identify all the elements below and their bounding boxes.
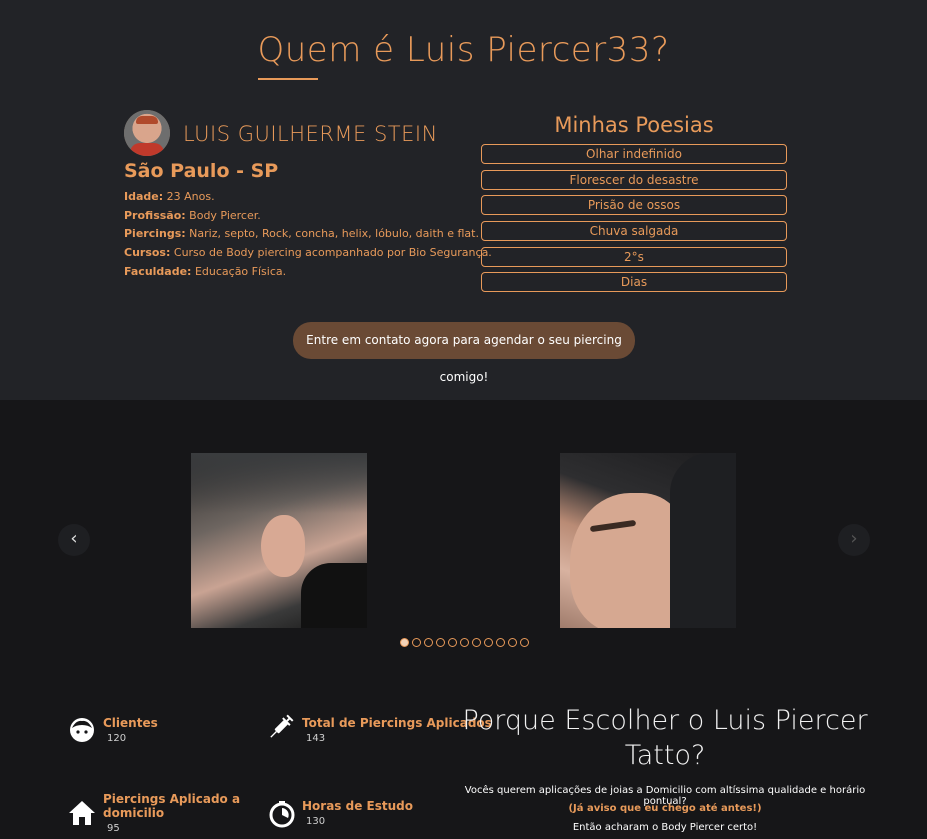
stat-label-home-piercings: Piercings Aplicado a domicilio [103, 792, 241, 820]
info-row-courses: Cursos: Curso de Body piercing acompanha… [124, 246, 492, 260]
carousel-indicators [400, 638, 529, 648]
poems-title: Minhas Poesias [554, 113, 714, 137]
carousel-prev-button[interactable]: ‹ [58, 524, 90, 556]
carousel-dot[interactable] [400, 638, 409, 647]
poem-button[interactable]: Dias [481, 272, 787, 292]
poem-button[interactable]: Chuva salgada [481, 221, 787, 241]
profile-name: LUIS GUILHERME STEIN [183, 122, 438, 146]
carousel-dot[interactable] [448, 638, 457, 647]
stat-value-clients: 120 [107, 733, 127, 744]
carousel-dot[interactable] [508, 638, 517, 647]
poem-button[interactable]: Florescer do desastre [481, 170, 787, 190]
carousel-dot[interactable] [520, 638, 529, 647]
stat-label-study-hours: Horas de Estudo [302, 799, 413, 813]
why-text-2: (Já aviso que eu chego até antes!) [568, 803, 762, 814]
contact-button[interactable]: Entre em contato agora para agendar o se… [293, 322, 635, 384]
home-icon [69, 801, 95, 825]
carousel-image-eyebrow-piercing [560, 453, 736, 628]
info-row-piercings: Piercings: Nariz, septo, Rock, concha, h… [124, 227, 479, 241]
stat-value-study-hours: 130 [306, 816, 326, 827]
info-row-college: Faculdade: Educação Física. [124, 264, 287, 278]
carousel-dot[interactable] [460, 638, 469, 647]
why-title: Porque Escolher o Luis Piercer Tatto? [462, 705, 868, 771]
why-text-3: Então acharam o Body Piercer certo! [572, 822, 758, 833]
carousel-image-ear-piercing [191, 453, 367, 628]
syringe-icon [270, 714, 294, 738]
carousel-next-button[interactable]: › [838, 524, 870, 556]
carousel-dot[interactable] [436, 638, 445, 647]
stat-value-total-piercings: 143 [306, 733, 326, 744]
info-row-age: Idade: 23 Anos. [124, 190, 215, 203]
profile-city: São Paulo - SP [124, 160, 279, 182]
page-title: Quem é Luis Piercer33? [257, 30, 670, 70]
carousel-dot[interactable] [472, 638, 481, 647]
stat-label-clients: Clientes [103, 716, 158, 730]
poem-button[interactable]: Prisão de ossos [481, 195, 787, 215]
carousel-dot[interactable] [412, 638, 421, 647]
timer-icon [269, 801, 295, 828]
profile-info: Idade: 23 Anos. Profissão: Body Piercer.… [124, 188, 492, 282]
info-row-profession: Profissão: Body Piercer. [124, 208, 261, 222]
face-icon [70, 718, 94, 742]
carousel-dot[interactable] [496, 638, 505, 647]
about-section: Quem é Luis Piercer33? LUIS GUILHERME ST… [0, 0, 927, 400]
avatar [124, 110, 170, 156]
poem-button[interactable]: 2°s [481, 247, 787, 267]
carousel-dot[interactable] [484, 638, 493, 647]
stat-value-home-piercings: 95 [107, 823, 120, 834]
carousel-dot[interactable] [424, 638, 433, 647]
title-underline [258, 78, 318, 80]
poem-button[interactable]: Olhar indefinido [481, 144, 787, 164]
